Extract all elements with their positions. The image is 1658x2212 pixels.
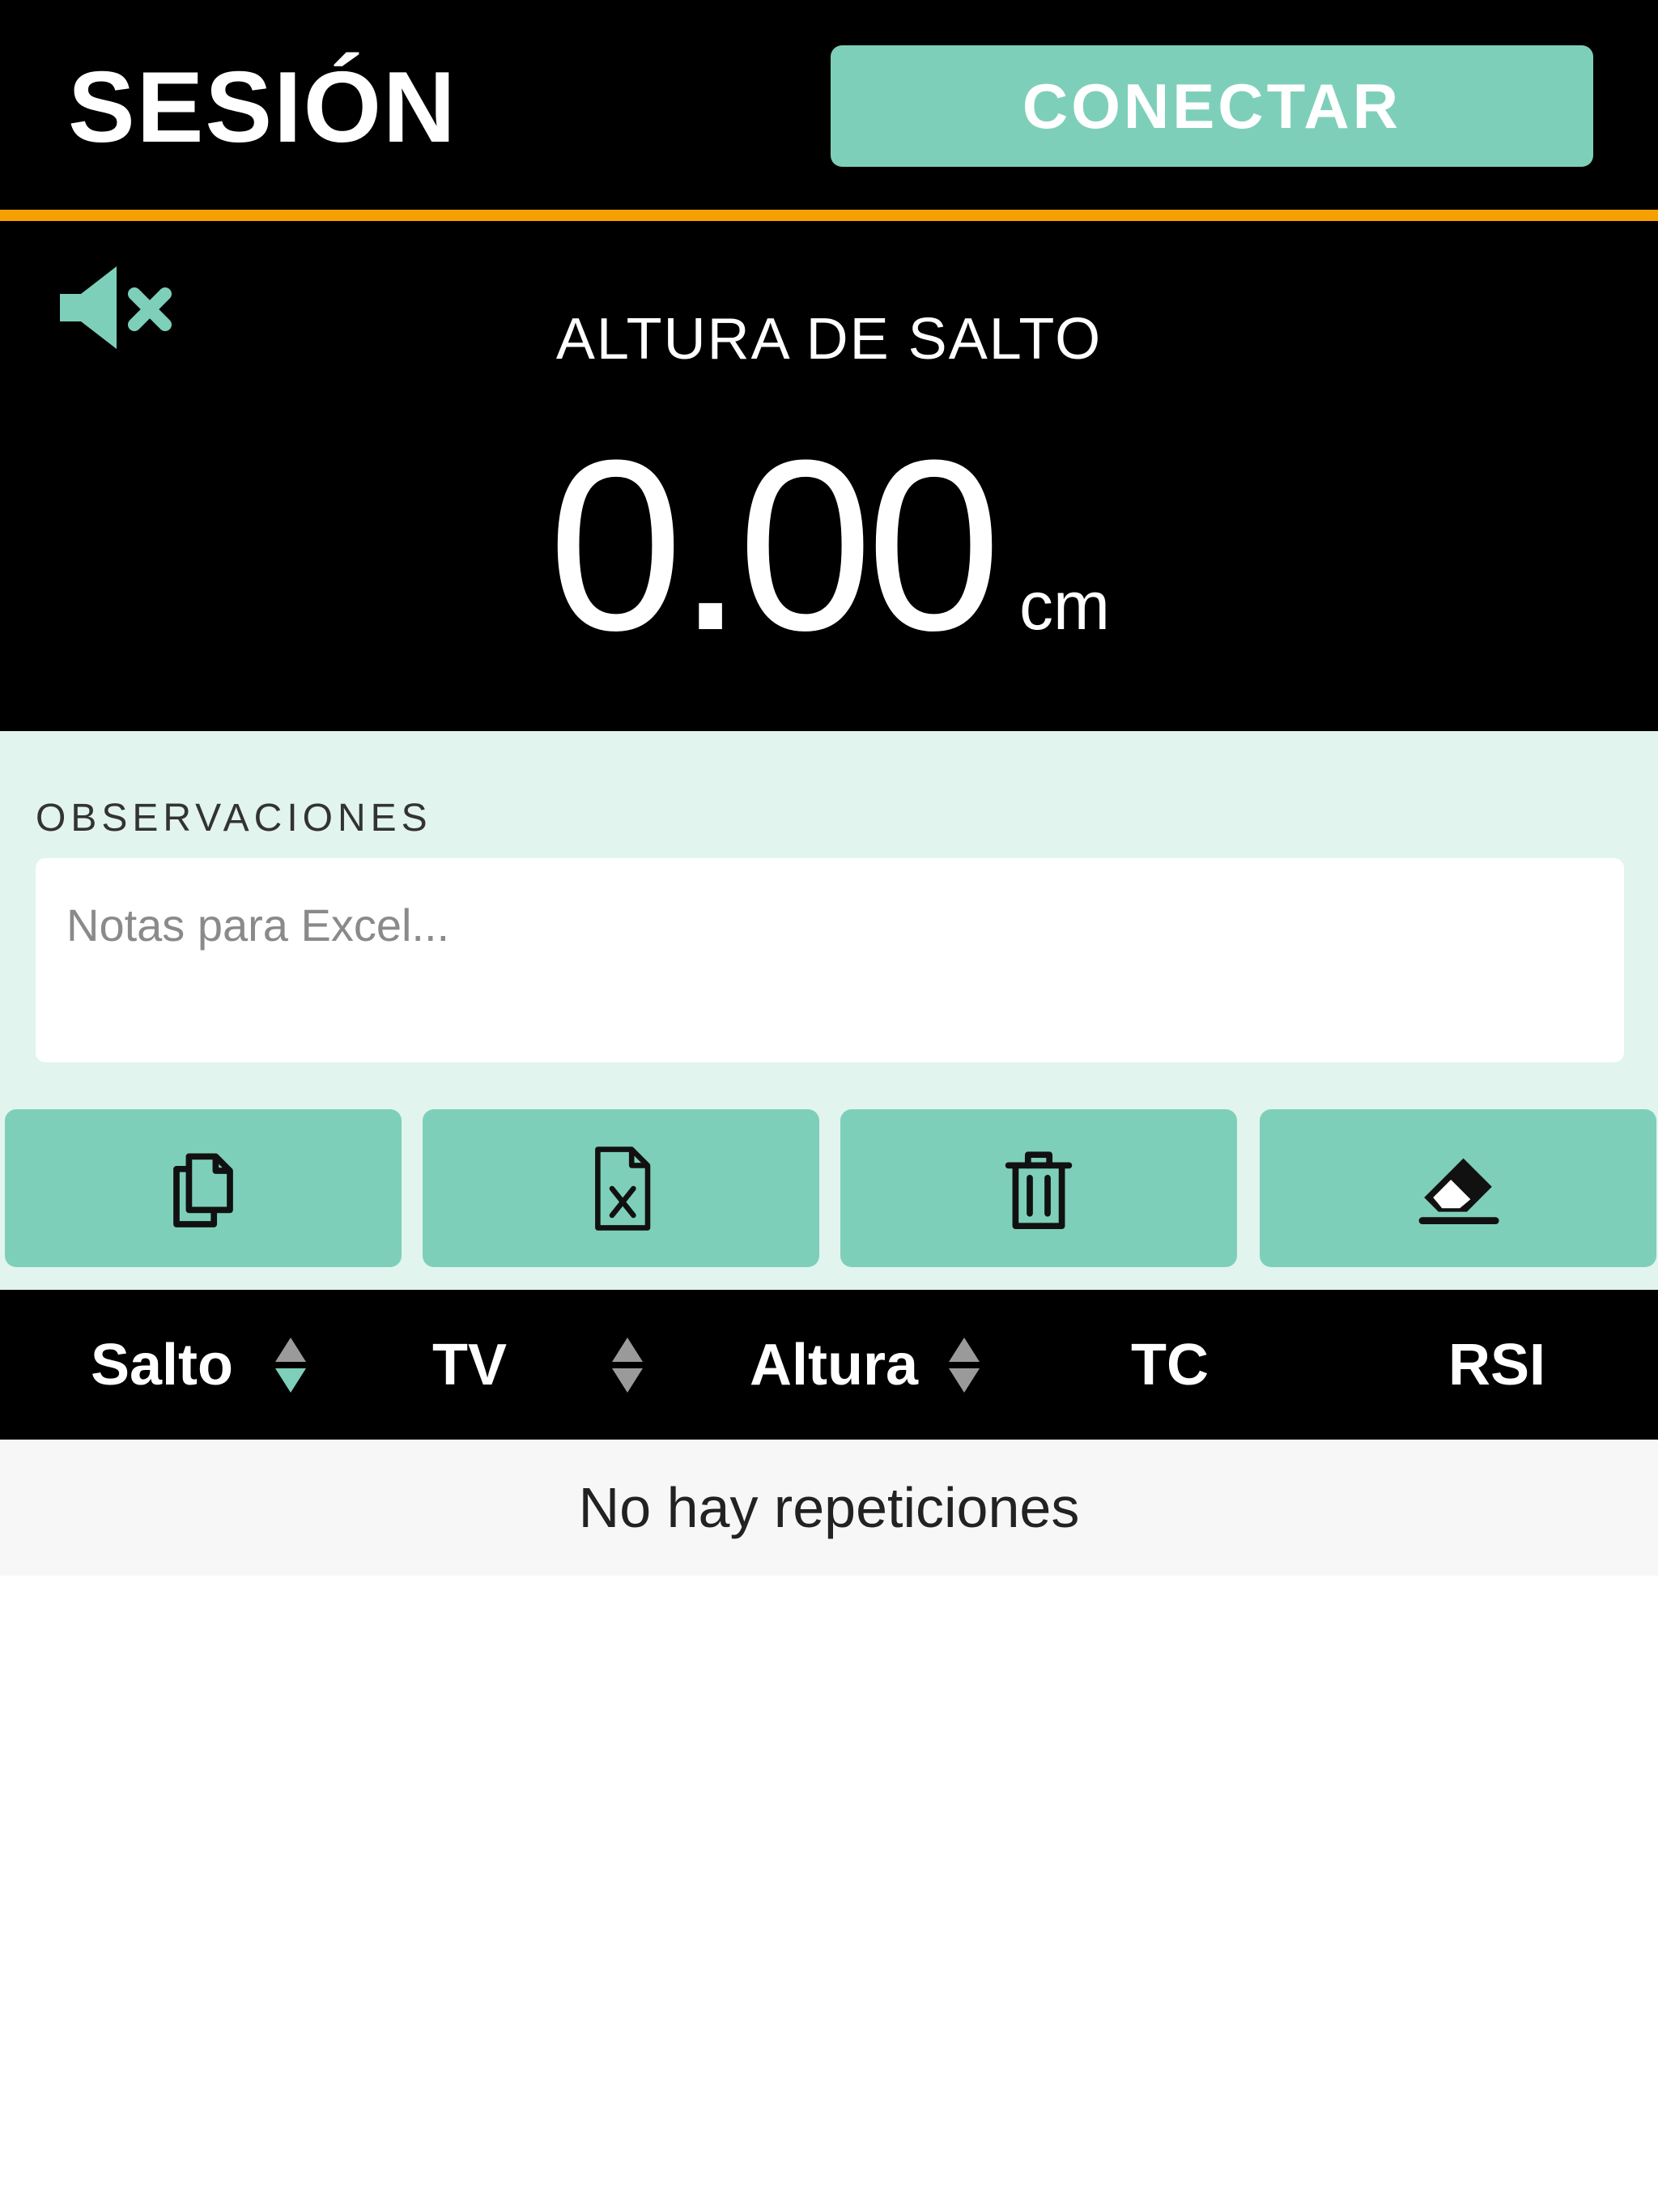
clear-button[interactable] [1260, 1109, 1656, 1267]
column-header-rsi: RSI [1336, 1290, 1658, 1440]
excel-file-icon [595, 1146, 651, 1231]
delete-button[interactable] [840, 1109, 1237, 1267]
empty-table-message: No hay repeticiones [0, 1440, 1658, 1576]
export-excel-button[interactable] [423, 1109, 819, 1267]
page-title: SESIÓN [68, 52, 457, 164]
column-label: RSI [1448, 1332, 1546, 1397]
measurement-unit: cm [1018, 568, 1110, 644]
sort-icon[interactable] [946, 1334, 983, 1396]
measurement-panel: ALTURA DE SALTO 0.00 cm [0, 221, 1658, 731]
measurement-value: 0.00 [548, 409, 1001, 681]
copy-icon [173, 1153, 233, 1227]
trash-icon [1005, 1151, 1073, 1229]
column-label: TV [432, 1332, 507, 1397]
observations-label: OBSERVACIONES [36, 797, 432, 840]
observations-panel: OBSERVACIONES [0, 731, 1658, 1290]
sort-icon[interactable] [272, 1334, 309, 1396]
measurement-label: ALTURA DE SALTO [555, 307, 1103, 372]
connect-button[interactable]: CONECTAR [831, 45, 1593, 167]
sort-icon[interactable] [609, 1334, 646, 1396]
table-header: Salto TV Altura TC RSI [0, 1290, 1658, 1440]
column-label: TC [1131, 1332, 1209, 1397]
column-label: Salto [90, 1332, 234, 1397]
measurement-readout: 0.00 cm [0, 423, 1658, 666]
observations-input[interactable] [36, 858, 1624, 1062]
header-divider [0, 210, 1658, 221]
app-header: SESIÓN CONECTAR [0, 0, 1658, 215]
column-label: Altura [749, 1332, 919, 1397]
eraser-icon [1418, 1158, 1499, 1224]
copy-button[interactable] [5, 1109, 402, 1267]
column-header-tc: TC [1004, 1290, 1336, 1440]
